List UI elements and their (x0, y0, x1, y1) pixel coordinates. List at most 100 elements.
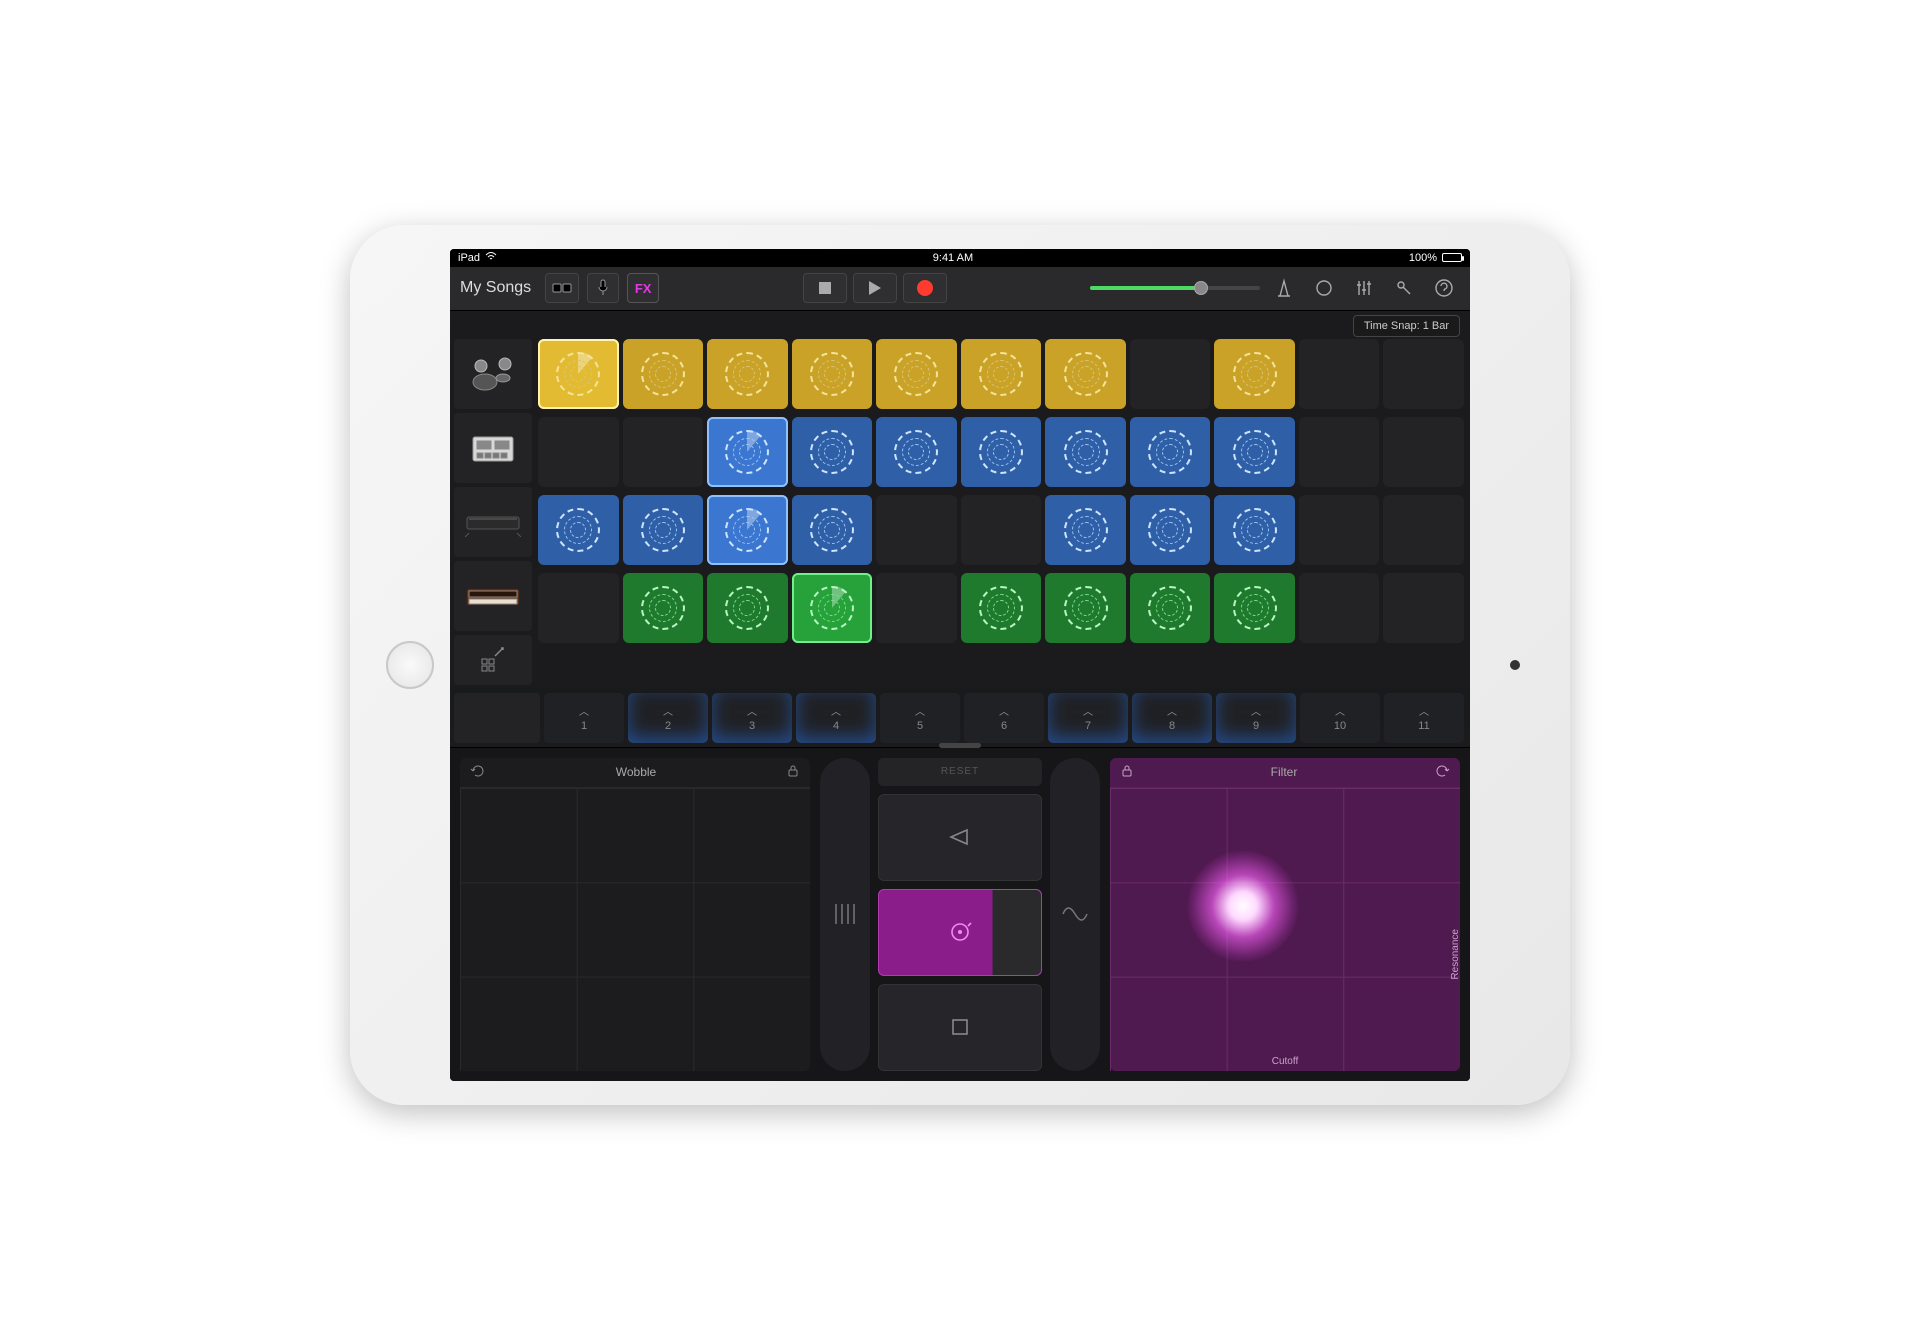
loop-cell[interactable] (1214, 417, 1295, 487)
filter-ylabel: Resonance (1451, 929, 1462, 980)
loop-cell[interactable] (1130, 339, 1211, 409)
loop-cell[interactable] (961, 417, 1042, 487)
loop-cell[interactable] (623, 495, 704, 565)
column-trigger[interactable]: ︿3 (712, 693, 792, 743)
settings-icon[interactable] (1388, 272, 1420, 304)
mixer-icon[interactable] (1348, 272, 1380, 304)
loop-cell[interactable] (792, 495, 873, 565)
loop-cell[interactable] (876, 573, 957, 643)
loop-cell[interactable] (792, 573, 873, 643)
wifi-icon (485, 251, 497, 264)
fx-button[interactable]: FX (627, 273, 659, 303)
xy-pad-filter[interactable]: Filter Cutoff Resonance (1110, 758, 1460, 1071)
loop-cell[interactable] (1130, 495, 1211, 565)
wave-strip[interactable] (1050, 758, 1100, 1071)
microphone-button[interactable] (587, 273, 619, 303)
loop-cell[interactable] (538, 417, 619, 487)
loop-cell[interactable] (1045, 417, 1126, 487)
loop-cell[interactable] (961, 495, 1042, 565)
loop-cell[interactable] (707, 339, 788, 409)
project-title[interactable]: My Songs (460, 279, 531, 297)
cycle-right-icon[interactable] (1434, 764, 1450, 781)
ipad-frame: iPad 9:41 AM 100% My Songs FX (350, 225, 1570, 1105)
loop-cell[interactable] (707, 495, 788, 565)
loop-cell[interactable] (792, 339, 873, 409)
lock-icon[interactable] (786, 764, 800, 781)
loop-cell[interactable] (1214, 495, 1295, 565)
battery-icon (1442, 253, 1462, 262)
loop-cell[interactable] (1299, 417, 1380, 487)
column-trigger[interactable]: ︿11 (1384, 693, 1464, 743)
column-trigger[interactable]: ︿7 (1048, 693, 1128, 743)
loop-icon[interactable] (1308, 272, 1340, 304)
xy-pad-wobble[interactable]: Wobble (460, 758, 810, 1071)
loop-cell[interactable] (876, 495, 957, 565)
loop-cell[interactable] (876, 417, 957, 487)
loop-cell[interactable] (1214, 339, 1295, 409)
loop-cell[interactable] (1383, 495, 1464, 565)
loop-cell[interactable] (538, 573, 619, 643)
loop-cell[interactable] (707, 417, 788, 487)
loop-cell[interactable] (961, 573, 1042, 643)
stop-button[interactable] (803, 273, 847, 303)
metronome-icon[interactable] (1268, 272, 1300, 304)
loop-cell[interactable] (538, 339, 619, 409)
reset-button[interactable]: RESET (878, 758, 1042, 786)
column-trigger[interactable]: ︿1 (544, 693, 624, 743)
loop-cell[interactable] (623, 417, 704, 487)
time-snap-badge[interactable]: Time Snap: 1 Bar (1353, 315, 1460, 337)
loop-cell[interactable] (707, 573, 788, 643)
reverse-button[interactable] (878, 794, 1042, 881)
play-button[interactable] (853, 273, 897, 303)
loop-cell[interactable] (1214, 573, 1295, 643)
screen: iPad 9:41 AM 100% My Songs FX (450, 249, 1470, 1081)
grid-row (536, 571, 1470, 645)
loop-cell[interactable] (623, 573, 704, 643)
loop-cell[interactable] (792, 417, 873, 487)
record-button[interactable] (903, 273, 947, 303)
grid-edit-button[interactable] (454, 635, 532, 685)
loop-cell[interactable] (623, 339, 704, 409)
lock-icon[interactable] (1120, 764, 1134, 781)
track-head-keyboard[interactable] (454, 487, 532, 557)
column-trigger[interactable]: ︿8 (1132, 693, 1212, 743)
gate-strip[interactable] (820, 758, 870, 1071)
column-trigger[interactable]: ︿4 (796, 693, 876, 743)
device-label: iPad (458, 252, 480, 264)
help-icon[interactable] (1428, 272, 1460, 304)
column-trigger[interactable]: ︿6 (964, 693, 1044, 743)
loop-cell[interactable] (1383, 417, 1464, 487)
column-trigger[interactable]: ︿9 (1216, 693, 1296, 743)
loop-cell[interactable] (538, 495, 619, 565)
column-trigger[interactable]: ︿5 (880, 693, 960, 743)
browser-button[interactable] (545, 273, 579, 303)
loop-cell[interactable] (961, 339, 1042, 409)
column-trigger[interactable]: ︿10 (1300, 693, 1380, 743)
live-loops-grid (450, 311, 1470, 687)
loop-cell[interactable] (1383, 573, 1464, 643)
stop-fx-button[interactable] (878, 984, 1042, 1071)
panel-drag-handle[interactable] (939, 743, 981, 748)
track-head-sampler[interactable] (454, 413, 532, 483)
loop-cell[interactable] (876, 339, 957, 409)
home-button[interactable] (386, 641, 434, 689)
track-head-synth[interactable] (454, 561, 532, 631)
scratch-button[interactable] (878, 889, 1042, 976)
loop-cell[interactable] (1045, 339, 1126, 409)
loop-cell[interactable] (1045, 573, 1126, 643)
loop-cell[interactable] (1383, 339, 1464, 409)
track-head-drums[interactable] (454, 339, 532, 409)
cycle-left-icon[interactable] (470, 764, 486, 781)
loop-cell[interactable] (1299, 495, 1380, 565)
loop-cell[interactable] (1299, 339, 1380, 409)
grid-row (536, 493, 1470, 567)
loop-cell[interactable] (1299, 573, 1380, 643)
track-headers (450, 337, 536, 687)
loop-cell[interactable] (1130, 573, 1211, 643)
loop-cell[interactable] (1045, 495, 1126, 565)
column-trigger[interactable]: ︿2 (628, 693, 708, 743)
master-volume[interactable] (1090, 286, 1260, 290)
filter-xlabel: Cutoff (1272, 1056, 1299, 1067)
loop-cell[interactable] (1130, 417, 1211, 487)
cells (536, 337, 1470, 645)
